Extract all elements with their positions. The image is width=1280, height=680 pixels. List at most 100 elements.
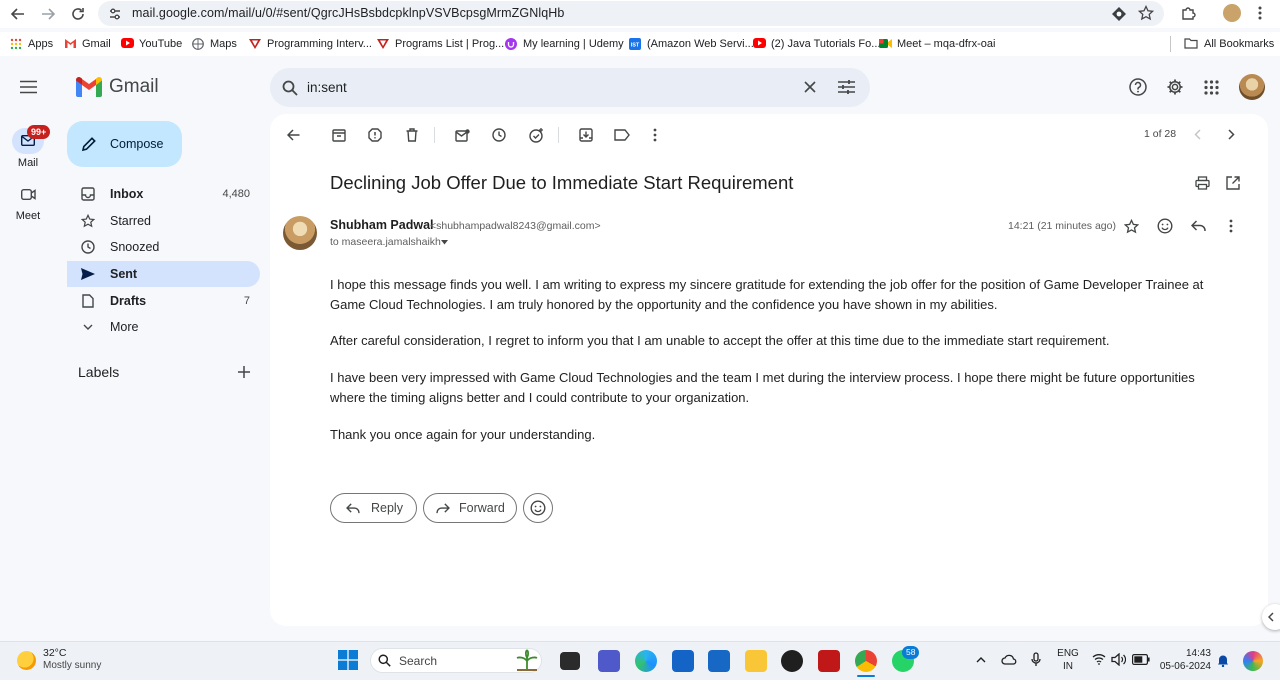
bookmark-star-icon[interactable] bbox=[1138, 5, 1154, 21]
sender-name[interactable]: Shubham Padwal bbox=[330, 218, 434, 232]
extensions-puzzle-icon[interactable] bbox=[1180, 5, 1196, 21]
archive-icon[interactable] bbox=[330, 126, 348, 144]
older-chevron-icon[interactable] bbox=[1228, 129, 1235, 140]
cloud-sync-icon[interactable] bbox=[1001, 653, 1017, 666]
clock-date[interactable]: 05-06-2024 bbox=[1159, 661, 1211, 672]
browser-menu-icon[interactable] bbox=[1256, 5, 1264, 21]
nav-item-starred[interactable]: Starred bbox=[67, 208, 260, 234]
snooze-clock-icon[interactable] bbox=[490, 126, 508, 144]
bookmark-programming-interview[interactable]: Programming Interv... bbox=[249, 37, 372, 51]
file-explorer-icon[interactable] bbox=[745, 650, 767, 672]
emoji-react-icon[interactable] bbox=[1157, 218, 1173, 234]
store-icon[interactable] bbox=[672, 650, 694, 672]
draft-file-icon bbox=[80, 293, 96, 309]
label-tag-icon[interactable] bbox=[613, 126, 631, 144]
back-to-sent-icon[interactable] bbox=[284, 126, 302, 144]
clear-search-icon[interactable] bbox=[804, 81, 816, 93]
gmail-logo-text[interactable]: Gmail bbox=[109, 76, 159, 98]
star-message-icon[interactable] bbox=[1124, 219, 1139, 234]
toolbar-divider bbox=[434, 127, 435, 143]
bookmark-aws[interactable]: IST (Amazon Web Servi... bbox=[629, 37, 754, 51]
bookmark-udemy[interactable]: My learning | Udemy bbox=[505, 37, 624, 51]
google-apps-icon[interactable] bbox=[1204, 80, 1219, 95]
whatsapp-badge: 58 bbox=[902, 646, 920, 659]
message-more-icon[interactable] bbox=[1229, 219, 1233, 233]
windows-start-icon[interactable] bbox=[338, 650, 358, 670]
wifi-icon[interactable] bbox=[1092, 653, 1106, 665]
site-info-icon[interactable] bbox=[108, 7, 122, 21]
move-to-icon[interactable] bbox=[577, 126, 595, 144]
nav-item-inbox[interactable]: Inbox 4,480 bbox=[67, 181, 260, 207]
all-bookmarks[interactable]: All Bookmarks bbox=[1184, 37, 1274, 51]
newer-chevron-icon[interactable] bbox=[1194, 129, 1201, 140]
back-arrow-icon[interactable] bbox=[8, 4, 28, 24]
sender-avatar[interactable] bbox=[283, 216, 317, 250]
teams-icon[interactable] bbox=[598, 650, 620, 672]
edge-browser-icon[interactable] bbox=[635, 650, 657, 672]
search-input[interactable]: in:sent bbox=[307, 80, 347, 95]
volume-icon[interactable] bbox=[1111, 653, 1126, 666]
compose-button[interactable]: Compose bbox=[67, 121, 182, 167]
help-icon[interactable] bbox=[1129, 78, 1147, 96]
emoji-reaction-button[interactable] bbox=[523, 493, 553, 523]
nav-item-sent[interactable]: Sent bbox=[67, 261, 260, 287]
weather-desc[interactable]: Mostly sunny bbox=[43, 660, 101, 671]
copilot-icon[interactable] bbox=[1243, 651, 1263, 671]
email-body-paragraph: Thank you once again for your understand… bbox=[330, 427, 596, 442]
mail-rail-label[interactable]: Mail bbox=[0, 157, 56, 169]
url-text[interactable]: mail.google.com/mail/u/0/#sent/QgrcJHsBs… bbox=[132, 6, 564, 20]
meet-rail-label[interactable]: Meet bbox=[0, 210, 56, 222]
chrome-icon[interactable] bbox=[855, 650, 877, 672]
dell-icon[interactable] bbox=[781, 650, 803, 672]
bookmark-gmail[interactable]: Gmail bbox=[64, 37, 111, 51]
udemy-icon bbox=[505, 38, 517, 50]
forward-arrow-icon[interactable] bbox=[38, 4, 58, 24]
nav-item-more[interactable]: More bbox=[67, 314, 260, 340]
nav-item-snoozed[interactable]: Snoozed bbox=[67, 234, 260, 260]
youtube-icon bbox=[121, 38, 134, 50]
search-options-icon[interactable] bbox=[838, 79, 855, 95]
clock-time[interactable]: 14:43 bbox=[1159, 648, 1211, 659]
bookmark-programs-list[interactable]: Programs List | Prog... bbox=[377, 37, 504, 51]
reload-icon[interactable] bbox=[68, 4, 88, 24]
language-line1[interactable]: ENG bbox=[1057, 648, 1079, 659]
notification-bell-icon[interactable] bbox=[1217, 654, 1229, 667]
mail-app-icon[interactable] bbox=[708, 650, 730, 672]
task-view-icon[interactable] bbox=[560, 652, 580, 670]
bookmark-apps[interactable]: Apps bbox=[10, 37, 53, 51]
reply-arrow-icon[interactable] bbox=[1191, 220, 1206, 232]
nav-item-drafts[interactable]: Drafts 7 bbox=[67, 288, 260, 314]
gmail-logo-icon[interactable] bbox=[76, 77, 102, 97]
forward-button[interactable]: Forward bbox=[423, 493, 517, 523]
bookmark-java-tutorials[interactable]: (2) Java Tutorials Fo... bbox=[753, 37, 880, 51]
main-menu-icon[interactable] bbox=[20, 80, 37, 94]
account-avatar[interactable] bbox=[1239, 74, 1265, 100]
bookmark-maps[interactable]: Maps bbox=[192, 37, 237, 51]
show-hidden-icons-chevron-icon[interactable] bbox=[976, 656, 986, 663]
profile-avatar[interactable] bbox=[1223, 4, 1241, 22]
show-details-icon[interactable] bbox=[441, 240, 448, 245]
delete-trash-icon[interactable] bbox=[403, 126, 421, 144]
mcafee-icon[interactable] bbox=[818, 650, 840, 672]
open-in-new-window-icon[interactable] bbox=[1226, 176, 1240, 190]
print-icon[interactable] bbox=[1195, 176, 1210, 190]
search-bar[interactable] bbox=[270, 68, 870, 107]
bookmark-youtube[interactable]: YouTube bbox=[121, 37, 182, 51]
extension-eye-icon[interactable] bbox=[1111, 6, 1127, 22]
weather-temp[interactable]: 32°C bbox=[43, 647, 66, 659]
add-label-icon[interactable] bbox=[238, 366, 250, 378]
drafts-count: 7 bbox=[243, 295, 250, 307]
settings-gear-icon[interactable] bbox=[1166, 78, 1184, 96]
bookmark-meet[interactable]: Meet – mqa-dfrx-oai bbox=[879, 37, 995, 51]
search-icon[interactable] bbox=[282, 80, 298, 96]
meet-video-icon[interactable] bbox=[21, 189, 36, 200]
report-spam-icon[interactable] bbox=[366, 126, 384, 144]
add-to-tasks-icon[interactable] bbox=[527, 126, 545, 144]
reply-button[interactable]: Reply bbox=[330, 493, 417, 523]
sun-weather-icon[interactable] bbox=[17, 651, 36, 670]
language-line2[interactable]: IN bbox=[1057, 661, 1079, 672]
battery-icon[interactable] bbox=[1132, 654, 1150, 665]
mark-unread-icon[interactable] bbox=[453, 126, 471, 144]
more-options-icon[interactable] bbox=[646, 126, 664, 144]
microphone-icon[interactable] bbox=[1031, 652, 1041, 667]
